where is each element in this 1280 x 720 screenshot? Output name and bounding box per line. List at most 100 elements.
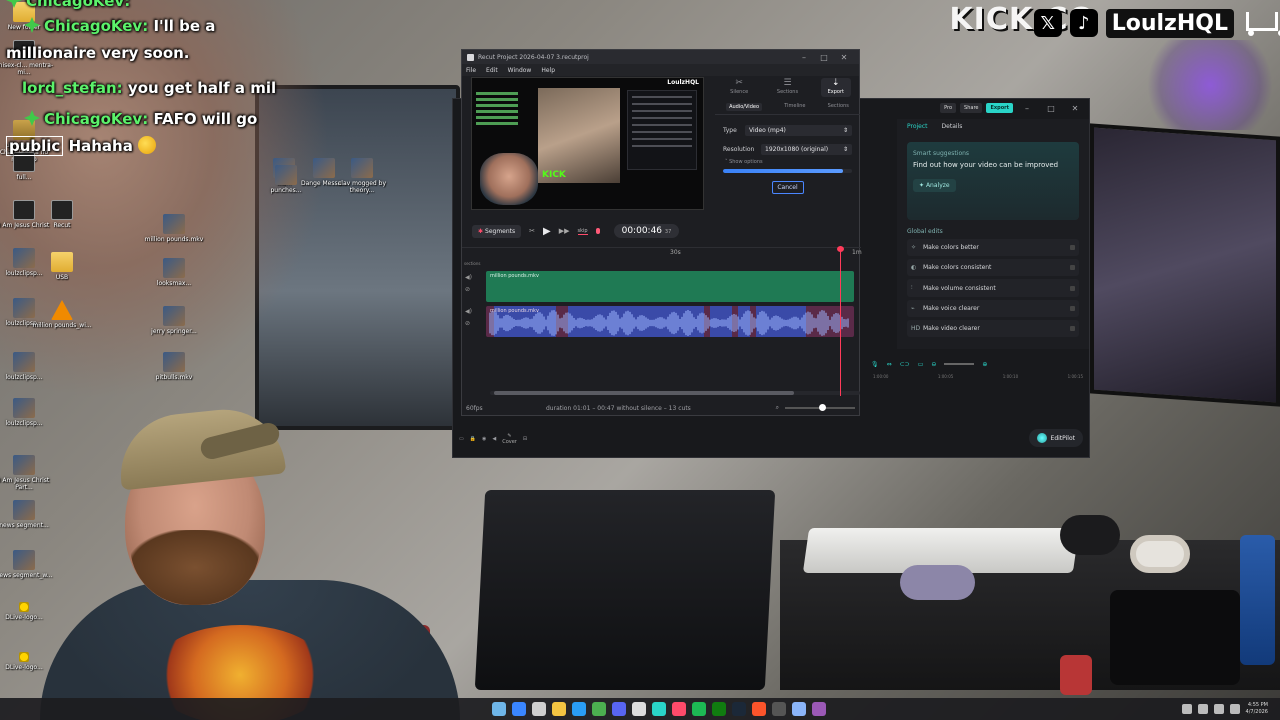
scissors-icon[interactable]: ✂	[529, 227, 535, 235]
desktop-icon[interactable]: news segment_w...	[0, 550, 54, 579]
mic-icon[interactable]: 🎙	[871, 361, 879, 368]
recut-window[interactable]: Recut Project 2026-04-07 3.recutproj – □…	[461, 49, 862, 416]
toggle-icon[interactable]	[1070, 285, 1075, 291]
tab-details[interactable]: Details	[942, 123, 963, 130]
desktop-icon[interactable]: DLive-logo...	[0, 602, 54, 621]
link-icon[interactable]: ⇔	[887, 361, 892, 368]
track-settings-icon[interactable]: ▭	[459, 436, 464, 442]
desktop-icon[interactable]: USB	[32, 252, 92, 281]
minimize-icon[interactable]: –	[1017, 104, 1037, 113]
maximize-icon[interactable]: □	[814, 53, 834, 62]
video-icon[interactable]	[812, 702, 826, 716]
desktop-icon[interactable]: Recut	[32, 200, 92, 229]
video-track[interactable]: million pounds.mkv	[486, 271, 854, 302]
toggle-icon[interactable]	[1070, 326, 1075, 331]
scrollbar-thumb[interactable]	[494, 391, 794, 395]
menu-file[interactable]: File	[466, 67, 476, 74]
pro-button[interactable]: Pro	[940, 103, 957, 113]
zoom-icon[interactable]: ⌕	[776, 404, 779, 412]
share-button[interactable]: Share	[960, 103, 983, 113]
tab-silence[interactable]: ✂ Silence	[724, 78, 754, 97]
terminal-icon[interactable]	[772, 702, 786, 716]
file-explorer-icon[interactable]	[552, 702, 566, 716]
xbox-icon[interactable]	[712, 702, 726, 716]
desktop-icon[interactable]: I Am Jesus Christ Part...	[0, 455, 54, 491]
zoom-slider[interactable]	[785, 404, 855, 411]
global-edit-item[interactable]: ⫶ Make volume consistent	[907, 279, 1079, 297]
global-edit-item[interactable]: ✧ Make colors better	[907, 239, 1079, 256]
speaker-icon[interactable]: ◀)	[465, 274, 472, 281]
zoom-in-icon[interactable]: ⊕	[982, 361, 987, 368]
desktop-icon[interactable]: loulzclipsp...	[0, 352, 54, 381]
discord-icon[interactable]	[612, 702, 626, 716]
menu-window[interactable]: Window	[508, 67, 532, 74]
toggle-icon[interactable]	[1070, 265, 1075, 270]
skip-forward-icon[interactable]: ▶▶	[559, 227, 570, 235]
spotify-icon[interactable]	[692, 702, 706, 716]
toggle-icon[interactable]	[1070, 245, 1075, 250]
global-edit-item[interactable]: ◐ Make colors consistent	[907, 259, 1079, 276]
resolution-select[interactable]: 1920x1080 (original) ⇕	[761, 144, 852, 155]
maximize-icon[interactable]: □	[1041, 104, 1061, 113]
desktop-icon[interactable]: clav mogged by theory...	[332, 158, 392, 194]
audio-icon[interactable]: ◀	[492, 436, 496, 442]
desktop-icon[interactable]: pitbulls.mkv	[144, 352, 204, 381]
timeline-scrollbar[interactable]	[490, 391, 860, 395]
mute-icon[interactable]: ⊘	[465, 286, 470, 293]
chrome-icon[interactable]	[592, 702, 606, 716]
show-options-toggle[interactable]: ˅ Show options	[725, 159, 850, 165]
start-icon[interactable]	[512, 702, 526, 716]
magnet-icon[interactable]: ⊂⊃	[900, 361, 910, 368]
zoom-slider[interactable]	[944, 363, 975, 365]
desktop-icon[interactable]: jerry springer...	[144, 306, 204, 335]
menu-help[interactable]: Help	[541, 67, 555, 74]
desktop-icon[interactable]: million pounds.mkv	[144, 214, 204, 243]
play-icon[interactable]: ▶	[543, 226, 551, 237]
desktop-icon[interactable]: million pounds_wi...	[32, 300, 92, 329]
notepad-icon[interactable]	[792, 702, 806, 716]
zoom-slider-knob[interactable]	[819, 404, 826, 411]
cover-button[interactable]: ✎ Cover	[502, 433, 517, 445]
skip-toggle[interactable]: skip	[577, 228, 588, 235]
mute-icon[interactable]: ⊘	[465, 320, 470, 327]
desktop-icon[interactable]: news segment...	[0, 500, 54, 529]
eye-icon[interactable]: ◉	[482, 436, 486, 442]
analyze-button[interactable]: ✦ Analyze	[913, 179, 956, 192]
edge-icon[interactable]	[572, 702, 586, 716]
steam-icon[interactable]	[732, 702, 746, 716]
clip-icon[interactable]: ⊟	[523, 436, 527, 442]
segments-button[interactable]: ✱ Segments	[472, 224, 522, 238]
subtab-sections[interactable]: Sections	[828, 103, 849, 111]
desktop-icon[interactable]: loulzclipsp...	[0, 398, 54, 427]
type-select[interactable]: Video (mp4) ⇕	[745, 125, 852, 136]
subtab-timeline[interactable]: Timeline	[784, 103, 805, 111]
minimize-icon[interactable]: –	[794, 53, 814, 62]
close-icon[interactable]: ✕	[834, 53, 854, 62]
lock-icon[interactable]: 🔒	[470, 436, 476, 442]
global-edit-item[interactable]: HD Make video clearer	[907, 320, 1079, 337]
toggle-icon[interactable]	[1070, 306, 1075, 311]
chevron-up-icon[interactable]	[1181, 704, 1192, 714]
tab-sections[interactable]: ☰ Sections	[772, 78, 802, 97]
global-edit-item[interactable]: ⌁ Make voice clearer	[907, 300, 1079, 317]
search-icon[interactable]	[532, 702, 546, 716]
battery-icon[interactable]	[1229, 704, 1240, 714]
menu-edit[interactable]: Edit	[486, 67, 498, 74]
editpilot-button[interactable]: EditPilot	[1028, 429, 1083, 447]
subtab-audio-video[interactable]: Audio/Video	[726, 103, 762, 111]
mic-icon[interactable]	[595, 228, 600, 234]
speaker-icon[interactable]: ◀)	[465, 308, 472, 315]
obs-icon[interactable]	[632, 702, 646, 716]
export-button[interactable]: Export	[986, 103, 1013, 113]
preview-icon[interactable]: ▭	[918, 361, 924, 368]
volume-icon[interactable]	[1213, 704, 1224, 714]
close-icon[interactable]: ✕	[1065, 104, 1085, 113]
brave-icon[interactable]	[752, 702, 766, 716]
desktop-icon[interactable]: DLive-logo...	[0, 652, 54, 671]
desktop-icon[interactable]: looksmax...	[144, 258, 204, 287]
audio-track[interactable]: million pounds.mkv	[486, 306, 854, 337]
recut-icon[interactable]	[672, 702, 686, 716]
playhead[interactable]	[837, 246, 844, 396]
weather-icon[interactable]	[492, 702, 506, 716]
video-preview[interactable]: LoulzHQL KICK	[471, 77, 704, 210]
